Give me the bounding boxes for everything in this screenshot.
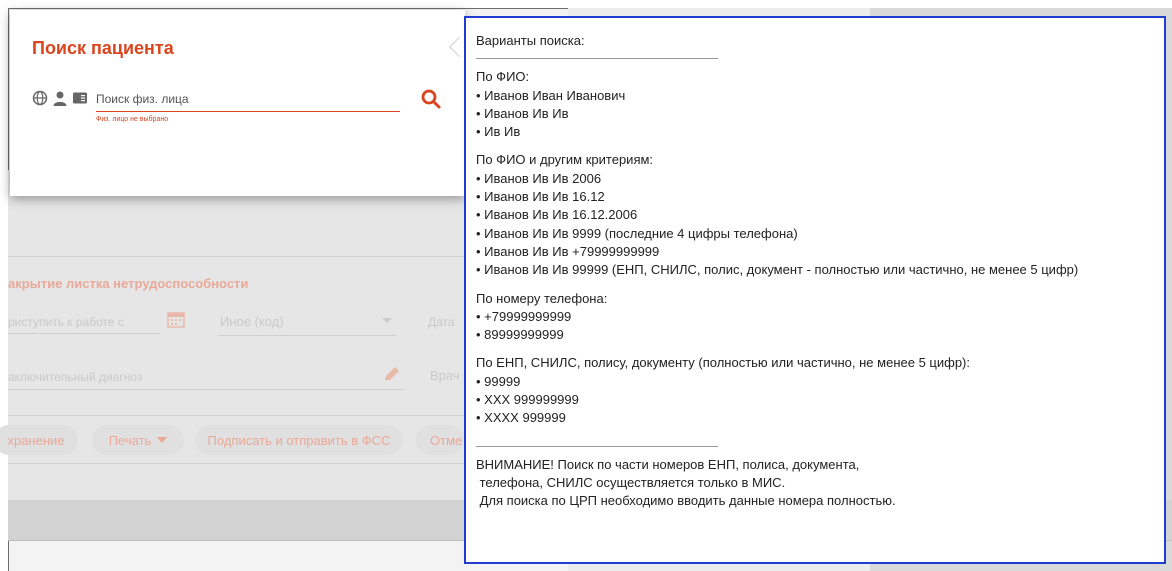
- tooltip-item: • Иванов Ив Ив 2006: [476, 170, 602, 186]
- tooltip-warning-line: телефона, СНИЛС осуществляется только в …: [476, 474, 786, 490]
- tooltip-item: • 89999999999: [476, 327, 564, 343]
- tooltip-section-title: По ЕНП, СНИЛС, полису, документу (полнос…: [476, 355, 970, 371]
- tooltip-item: • Иванов Ив Ив 16.12: [476, 189, 605, 205]
- save-button[interactable]: хранение: [0, 425, 78, 455]
- cancel-button[interactable]: Отме: [416, 425, 464, 455]
- id-card-icon[interactable]: [72, 90, 88, 106]
- tooltip-item: • XXX 999999999: [476, 392, 579, 408]
- tooltip-section-title: По номеру телефона:: [476, 290, 608, 306]
- pencil-icon[interactable]: [382, 364, 402, 384]
- tooltip-warning-line: ВНИМАНИЕ! Поиск по части номеров ЕНП, по…: [476, 456, 860, 472]
- patient-search-input[interactable]: [96, 88, 400, 110]
- tooltip-item: • Иванов Ив Ив 16.12.2006: [476, 207, 638, 223]
- tooltip-gap: [476, 428, 1164, 438]
- caret-down-icon: [157, 437, 168, 443]
- tooltip-item: • Иванов Ив Ив: [476, 105, 569, 121]
- patient-search-card: Поиск пациента Физ. лицо не выбрано: [10, 10, 465, 196]
- divider: [8, 333, 160, 334]
- sign-and-send-button[interactable]: Подписать и отправить в ФСС: [195, 425, 403, 455]
- tooltip-warning-line: Для поиска по ЦРП необходимо вводить дан…: [476, 493, 896, 509]
- final-diagnosis-field[interactable]: аключительный диагноз: [8, 370, 142, 384]
- tooltip-item: • Ив Ив: [476, 124, 521, 140]
- search-input-wrapper: [96, 88, 400, 112]
- print-button[interactable]: Печать: [92, 425, 184, 455]
- print-button-label: Печать: [108, 432, 152, 448]
- tooltip-separator: [476, 445, 718, 447]
- calendar-icon[interactable]: [166, 309, 186, 329]
- tooltip-gap: [476, 280, 1164, 290]
- tooltip-header: Варианты поиска:: [476, 33, 585, 48]
- search-mode-icons: [32, 90, 88, 106]
- tooltip-section-title: По ФИО:: [476, 69, 530, 85]
- tooltip-item: • XXXX 999999: [476, 410, 566, 426]
- tooltip-item: • +79999999999: [476, 308, 572, 324]
- tooltip-separator: [476, 58, 718, 60]
- validation-error: Физ. лицо не выбрано: [96, 116, 169, 123]
- person-icon[interactable]: [52, 90, 68, 106]
- globe-icon[interactable]: [32, 90, 48, 106]
- date-field[interactable]: Дата: [428, 315, 455, 329]
- search-button[interactable]: [420, 88, 442, 110]
- return-to-work-field[interactable]: риступить к работе с: [8, 315, 124, 329]
- tooltip-item: • Иванов Ив Ив 9999 (последние 4 цифры т…: [476, 225, 798, 241]
- chevron-down-icon: [382, 318, 392, 323]
- tooltip-item: • Иванов Ив Ив 99999 (ЕНП, СНИЛС, полис,…: [476, 262, 1079, 278]
- search-icon: [421, 89, 441, 109]
- other-code-select[interactable]: Иное (код): [220, 314, 284, 329]
- search-hint-tooltip: Варианты поиска: По ФИО: • Иванов Иван И…: [464, 16, 1166, 564]
- tooltip-item: • Иванов Ив Ив +79999999999: [476, 243, 660, 259]
- card-title: Поиск пациента: [32, 38, 174, 58]
- doctor-field[interactable]: Врач: [430, 368, 460, 383]
- divider: [8, 389, 404, 390]
- tooltip-item: • 99999: [476, 373, 521, 389]
- form-section-title: акрытие листка нетрудоспособности: [8, 276, 249, 291]
- tooltip-item: • Иванов Иван Иванович: [476, 87, 626, 103]
- tooltip-gap: [476, 141, 1164, 151]
- tooltip-gap: [476, 344, 1164, 354]
- tooltip-section-title: По ФИО и другим критериям:: [476, 152, 654, 168]
- divider: [218, 335, 396, 336]
